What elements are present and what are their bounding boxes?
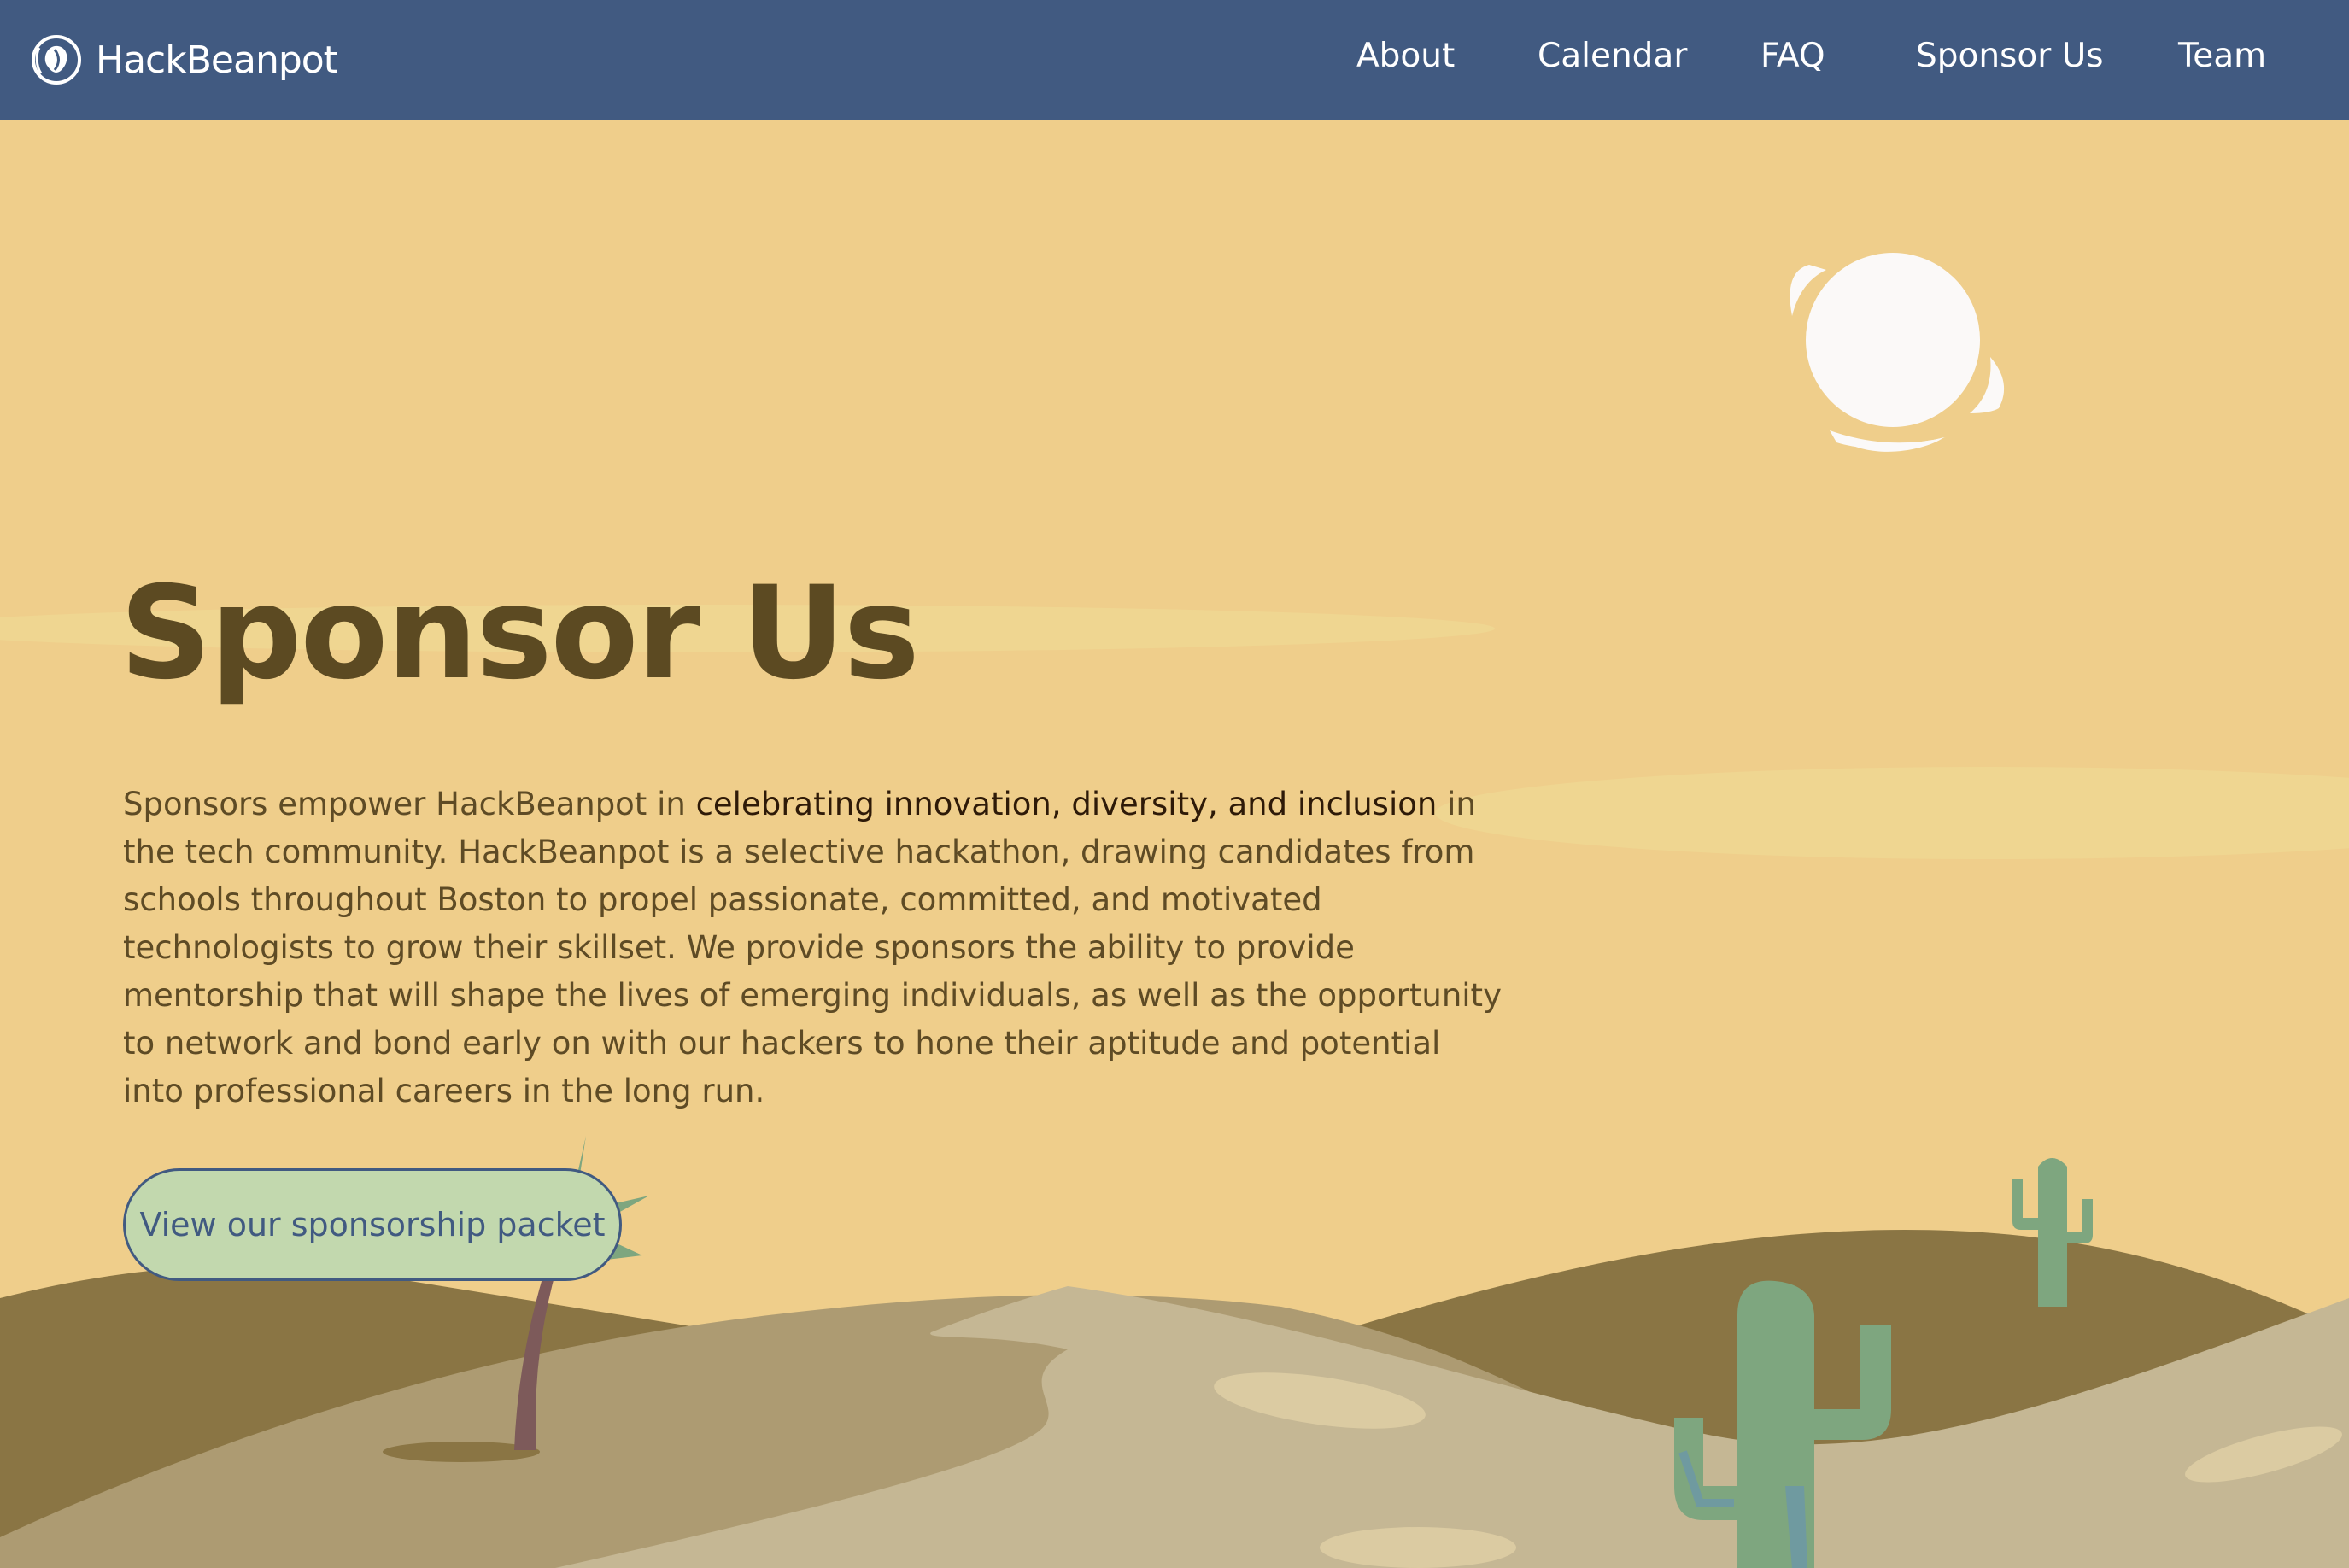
sand-highlight (1320, 1527, 1516, 1568)
description-text-start: Sponsors empower HackBeanpot in (123, 786, 696, 822)
description-highlight: celebrating innovation, diversity, and i… (695, 786, 1438, 822)
description-text-end: in the tech community. HackBeanpot is a … (123, 786, 1502, 1109)
cloud-streak (1435, 767, 2349, 859)
view-sponsorship-packet-button[interactable]: View our sponsorship packet (123, 1168, 622, 1281)
top-navbar: HackBeanpot About Calendar FAQ Sponsor U… (0, 0, 2349, 120)
bean-logo-icon (32, 35, 81, 85)
nav-link-about[interactable]: About (1356, 31, 1455, 82)
nav-link-sponsor-us[interactable]: Sponsor Us (1916, 31, 2104, 82)
nav-link-calendar[interactable]: Calendar (1538, 31, 1687, 82)
brand-link[interactable]: HackBeanpot (29, 24, 338, 96)
sun-icon (1790, 253, 2005, 452)
page-title: Sponsor Us (120, 559, 920, 708)
sponsor-description: Sponsors empower HackBeanpot in celebrat… (123, 781, 1507, 1115)
nav-link-faq[interactable]: FAQ (1760, 31, 1825, 82)
brand-name: HackBeanpot (96, 38, 338, 82)
nav-link-team[interactable]: Team (2178, 31, 2266, 82)
